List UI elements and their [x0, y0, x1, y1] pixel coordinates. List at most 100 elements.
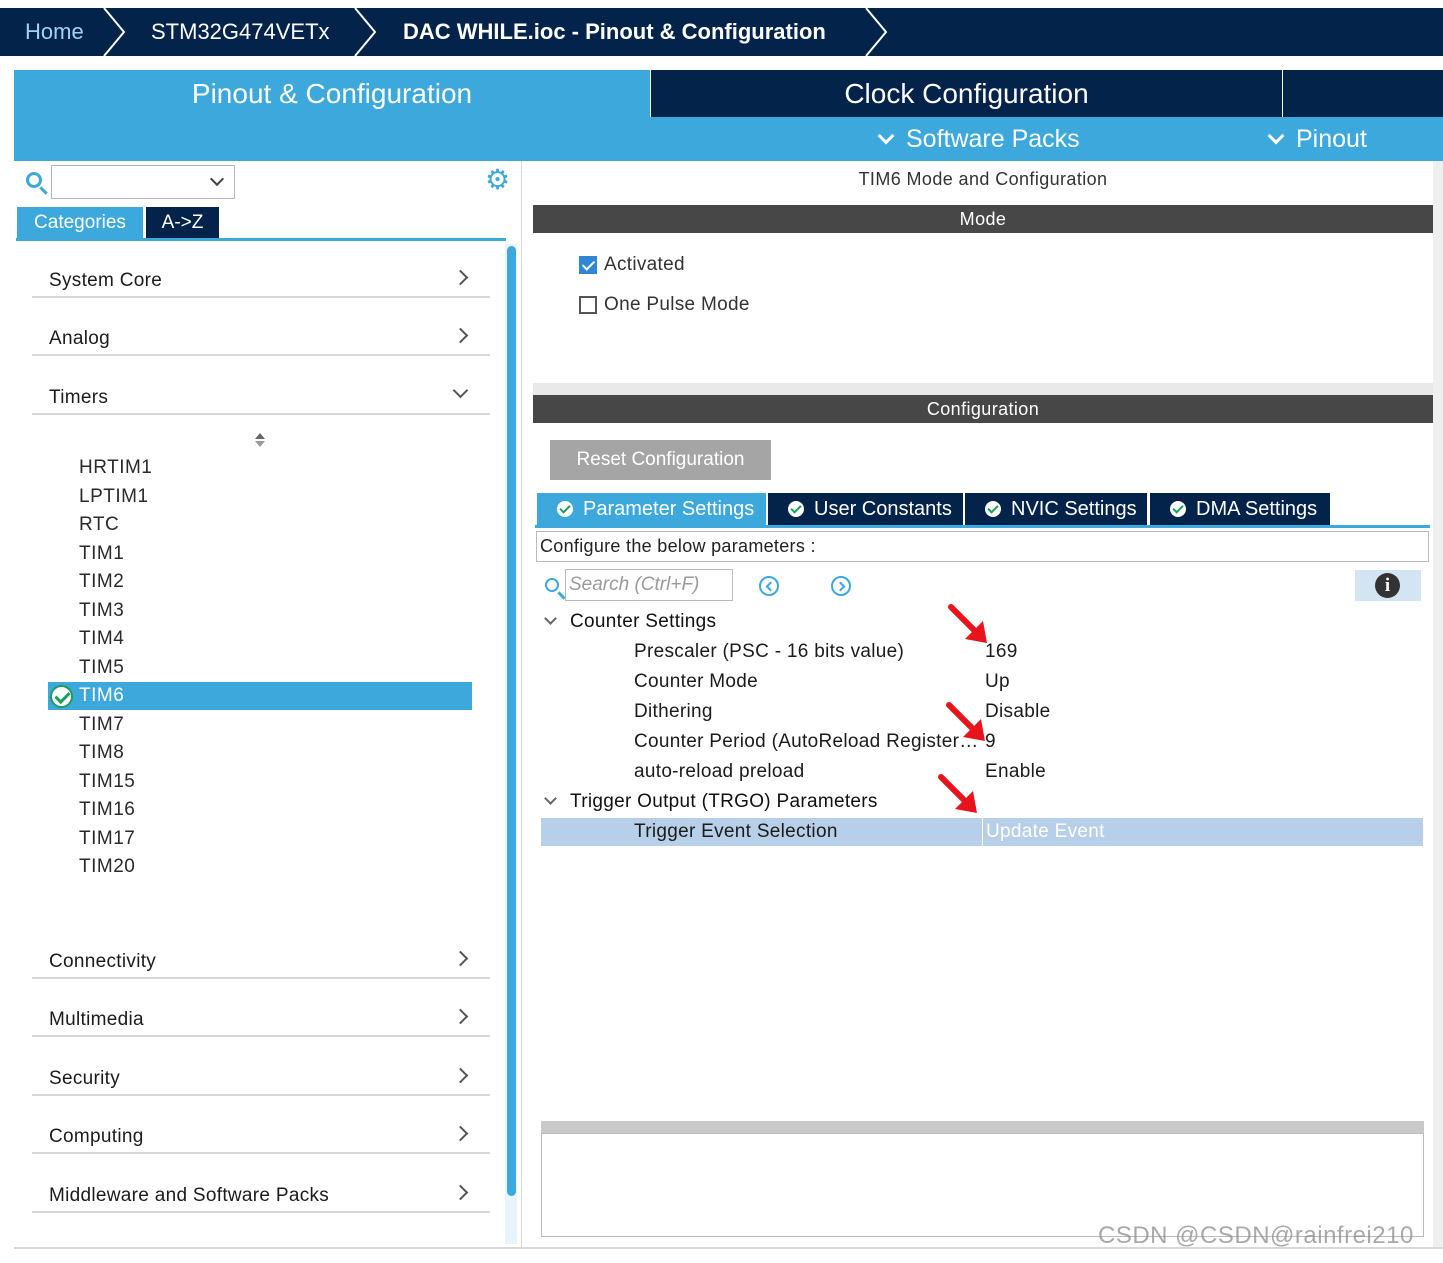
timer-item-tim17[interactable]: TIM17 [48, 825, 472, 853]
tab-clock-configuration[interactable]: Clock Configuration [651, 70, 1282, 118]
category-analog[interactable]: Analog [32, 316, 490, 356]
category-label: Security [49, 1068, 121, 1089]
tab-parameter-settings[interactable]: Parameter Settings [537, 493, 766, 525]
info-button[interactable]: i [1355, 570, 1421, 601]
category-multimedia[interactable]: Multimedia [32, 997, 490, 1037]
tab-overflow[interactable] [1283, 70, 1443, 118]
timer-label: TIM3 [79, 599, 125, 621]
timer-item-tim15[interactable]: TIM15 [48, 768, 472, 796]
timer-item-tim7[interactable]: TIM7 [48, 711, 472, 739]
breadcrumb: Home STM32G474VETx DAC WHILE.ioc - Pinou… [0, 8, 1443, 56]
timer-item-tim5[interactable]: TIM5 [48, 654, 472, 682]
category-label: System Core [49, 270, 163, 291]
chevron-right-icon [452, 1067, 469, 1084]
timer-item-tim16[interactable]: TIM16 [48, 796, 472, 824]
section-divider[interactable] [533, 383, 1433, 395]
category-timers[interactable]: Timers [32, 375, 490, 415]
category-middleware-software-packs[interactable]: Middleware and Software Packs [32, 1173, 490, 1213]
check-circle-icon [50, 685, 73, 708]
chevron-right-icon [452, 327, 469, 344]
tab-a-z[interactable]: A->Z [146, 207, 219, 239]
category-system-core[interactable]: System Core [32, 258, 490, 298]
chevron-right-icon [452, 1008, 469, 1025]
timer-label: TIM20 [79, 856, 136, 877]
timer-item-tim1[interactable]: TIM1 [48, 540, 472, 568]
check-circle-icon [788, 501, 804, 517]
group-counter-settings[interactable]: Counter Settings [544, 607, 717, 637]
param-value[interactable]: Disable [985, 697, 1050, 727]
one-pulse-mode-checkbox[interactable] [579, 296, 597, 314]
red-arrow-annotation-icon [938, 774, 977, 813]
timer-item-lptim1[interactable]: LPTIM1 [48, 483, 472, 511]
param-name: Counter Mode [634, 671, 759, 692]
chevron-right-icon [452, 1184, 469, 1201]
param-name: Trigger Event Selection [634, 821, 838, 842]
category-computing[interactable]: Computing [32, 1114, 490, 1154]
parameter-search-input[interactable] [565, 569, 733, 601]
category-label: Analog [49, 328, 110, 349]
software-packs-menu[interactable]: Software Packs [877, 117, 1080, 161]
next-match-icon[interactable] [831, 576, 851, 596]
timer-label: TIM1 [79, 542, 125, 564]
category-connectivity[interactable]: Connectivity [32, 939, 490, 979]
timer-label: TIM16 [79, 799, 136, 820]
timer-label: RTC [79, 514, 120, 535]
description-splitter[interactable] [541, 1121, 1424, 1133]
param-value[interactable]: Update Event [982, 818, 1105, 846]
param-row-trigger-event-selection[interactable]: Trigger Event Selection Update Event [541, 818, 1423, 846]
breadcrumb-separator-icon [865, 8, 888, 56]
param-row-auto-reload-preload[interactable]: auto-reload preload Enable [541, 757, 1423, 787]
tab-label: DMA Settings [1196, 498, 1318, 520]
timer-label: TIM15 [79, 770, 136, 792]
param-value[interactable]: Up [985, 667, 1010, 697]
group-trigger-output[interactable]: Trigger Output (TRGO) Parameters [544, 787, 878, 817]
timer-item-tim2[interactable]: TIM2 [48, 568, 472, 596]
tab-nvic-settings[interactable]: NVIC Settings [965, 493, 1147, 525]
timer-item-rtc[interactable]: RTC [48, 511, 472, 539]
category-search-combo[interactable] [51, 165, 235, 199]
breadcrumb-project[interactable]: DAC WHILE.ioc - Pinout & Configuration [403, 8, 826, 56]
reset-configuration-button[interactable]: Reset Configuration [550, 440, 771, 480]
chevron-down-icon [544, 792, 557, 805]
tab-user-constants[interactable]: User Constants [768, 493, 963, 525]
timer-item-tim4[interactable]: TIM4 [48, 625, 472, 653]
previous-match-icon[interactable] [759, 576, 779, 596]
timer-label: HRTIM1 [79, 457, 153, 478]
tab-categories[interactable]: Categories [17, 207, 143, 239]
software-packs-label: Software Packs [906, 125, 1080, 153]
tab-label: NVIC Settings [1011, 498, 1137, 520]
tab-underline [16, 238, 506, 241]
watermark: CSDN @CSDN@rainfrei210 [1098, 1222, 1414, 1249]
configure-hint: Configure the below parameters : [536, 531, 1429, 562]
left-scrollbar-thumb[interactable] [507, 246, 516, 1196]
category-label: Timers [49, 387, 109, 408]
tab-label: User Constants [814, 498, 952, 520]
pinout-menu[interactable]: Pinout [1267, 117, 1367, 161]
tab-dma-settings[interactable]: DMA Settings [1150, 493, 1330, 525]
group-label: Counter Settings [570, 611, 717, 632]
chevron-down-icon[interactable] [209, 171, 225, 187]
timer-item-tim3[interactable]: TIM3 [48, 597, 472, 625]
param-value[interactable]: Enable [985, 757, 1046, 787]
timer-label: LPTIM1 [79, 485, 149, 507]
activated-checkbox[interactable] [579, 256, 597, 274]
timer-label: TIM2 [79, 571, 125, 592]
param-row-counter-mode[interactable]: Counter Mode Up [541, 667, 1423, 697]
tab-pinout-configuration[interactable]: Pinout & Configuration [14, 70, 650, 118]
timer-item-tim8[interactable]: TIM8 [48, 739, 472, 767]
breadcrumb-device[interactable]: STM32G474VETx [151, 8, 330, 56]
gear-icon[interactable]: ⚙ [485, 166, 510, 194]
timer-label: TIM6 [79, 685, 125, 706]
category-security[interactable]: Security [32, 1056, 490, 1096]
timer-item-hrtim1[interactable]: HRTIM1 [48, 454, 472, 482]
timer-item-tim6[interactable]: TIM6 [48, 682, 472, 710]
right-collapse-bar[interactable] [1433, 161, 1443, 1248]
timer-label: TIM4 [79, 628, 125, 649]
main-tab-bar: Pinout & Configuration Clock Configurati… [14, 70, 1443, 118]
timer-item-tim20[interactable]: TIM20 [48, 853, 472, 881]
chevron-down-icon [1267, 127, 1285, 145]
breadcrumb-home[interactable]: Home [25, 8, 84, 56]
activated-label: Activated [604, 254, 685, 275]
mode-configuration-panel: TIM6 Mode and Configuration Mode Activat… [533, 161, 1437, 1248]
sort-icon[interactable] [254, 433, 266, 449]
